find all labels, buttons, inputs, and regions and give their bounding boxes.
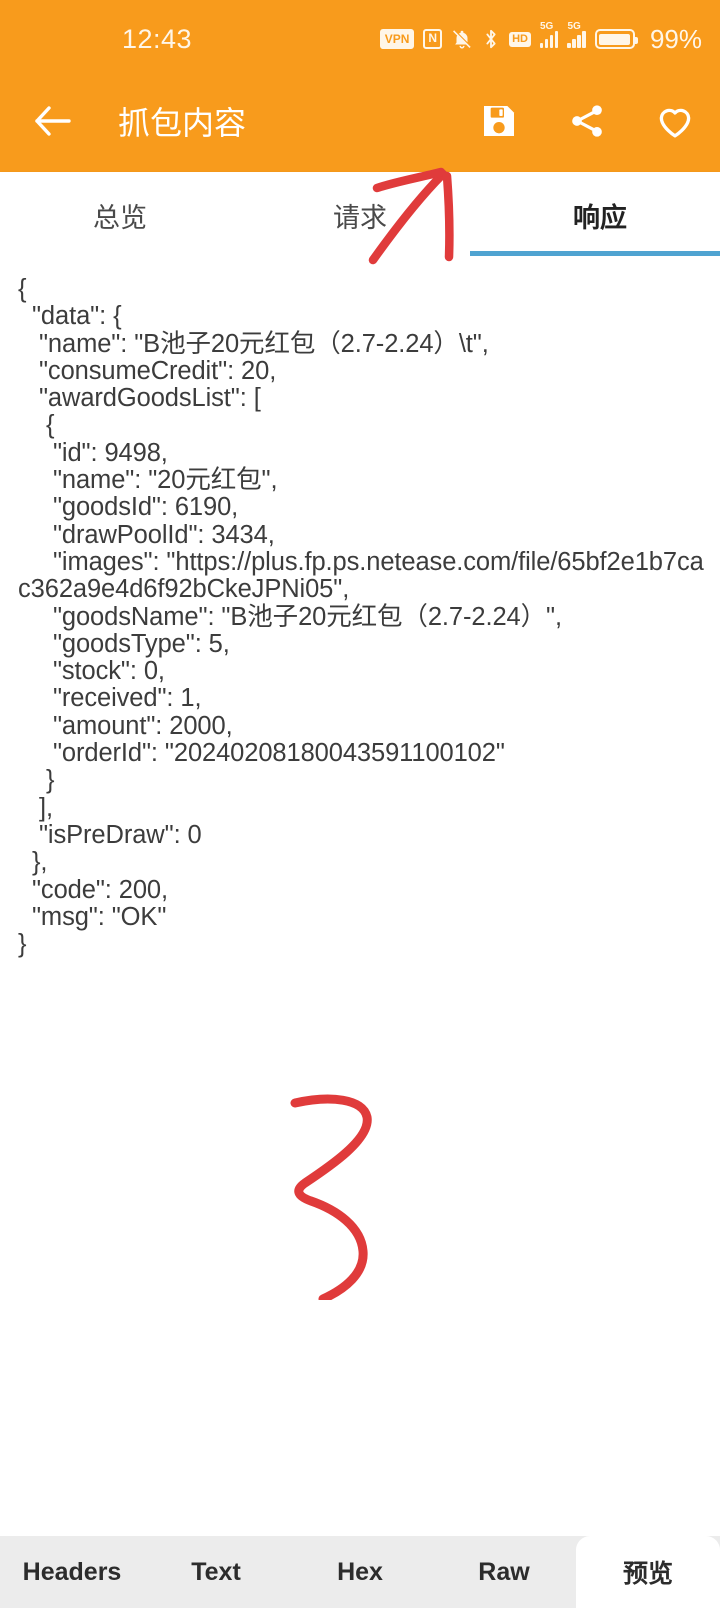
json-content: { "data": { "name": "B池子20元红包（2.7-2.24）\… bbox=[18, 275, 704, 959]
signal-5g-1-label: 5G bbox=[539, 21, 554, 32]
tab-response[interactable]: 响应 bbox=[480, 172, 720, 258]
status-bar-clock: 12:43 bbox=[122, 24, 193, 54]
save-button[interactable] bbox=[476, 98, 522, 144]
signal-5g-1-icon: 5G bbox=[539, 22, 559, 48]
status-bar: 12:43 VPN N HD 5G 5G 99% bbox=[0, 0, 720, 70]
bottom-tab-headers[interactable]: Headers bbox=[0, 1536, 144, 1608]
bottom-tab-preview[interactable]: 预览 bbox=[576, 1536, 720, 1608]
share-button[interactable] bbox=[564, 98, 610, 144]
favorite-button[interactable] bbox=[652, 98, 698, 144]
bottom-tab-raw[interactable]: Raw bbox=[432, 1536, 576, 1608]
page-title: 抓包内容 bbox=[118, 105, 247, 141]
battery-icon bbox=[594, 29, 638, 49]
nfc-icon: N bbox=[423, 29, 443, 49]
tab-overview[interactable]: 总览 bbox=[0, 172, 240, 258]
status-bar-icons: VPN N HD 5G 5G 99% bbox=[379, 22, 702, 54]
vpn-icon: VPN bbox=[379, 29, 415, 49]
battery-percent-label: 99% bbox=[649, 23, 702, 54]
favorite-heart-icon bbox=[659, 108, 691, 138]
signal-5g-2-label: 5G bbox=[567, 21, 581, 32]
share-icon bbox=[572, 105, 602, 137]
tab-bar: 总览 请求 响应 bbox=[0, 172, 720, 258]
save-icon bbox=[484, 106, 514, 136]
app-root: 12:43 VPN N HD 5G 5G 99% 抓包内容 总览 请求 响应 {… bbox=[0, 0, 720, 1608]
response-preview-body[interactable]: { "data": { "name": "B池子20元红包（2.7-2.24）\… bbox=[0, 258, 720, 1496]
back-button[interactable] bbox=[25, 93, 81, 149]
tab-request[interactable]: 请求 bbox=[240, 172, 480, 258]
app-bar-actions bbox=[476, 98, 698, 144]
back-arrow-icon bbox=[35, 106, 71, 136]
app-bar: 抓包内容 bbox=[0, 70, 720, 172]
bottom-tab-text[interactable]: Text bbox=[144, 1536, 288, 1608]
mute-bell-icon bbox=[451, 28, 473, 50]
signal-5g-2-icon: 5G bbox=[567, 22, 586, 48]
bluetooth-icon bbox=[482, 28, 500, 50]
hd-voice-icon: HD bbox=[509, 31, 531, 47]
tab-active-indicator bbox=[470, 251, 720, 256]
bottom-tab-hex[interactable]: Hex bbox=[288, 1536, 432, 1608]
bottom-tab-bar: Headers Text Hex Raw 预览 bbox=[0, 1536, 720, 1608]
